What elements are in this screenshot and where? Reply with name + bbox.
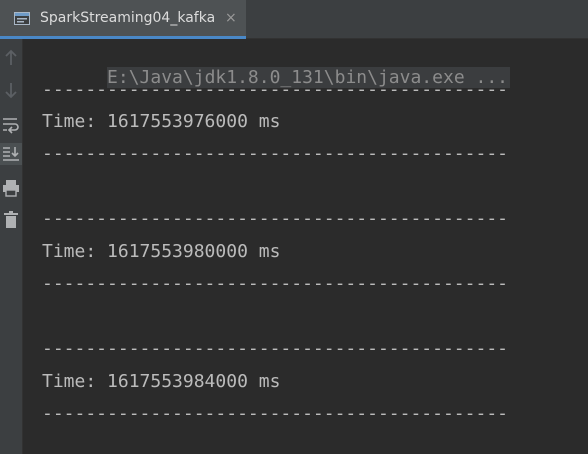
batch-time: Time: 1617553980000 ms [42,241,281,262]
batch-time: Time: 1617553984000 ms [42,371,281,392]
tab-sparkstreaming04-kafka[interactable]: SparkStreaming04_kafka × [0,0,246,39]
separator-line: ----------------------------------------… [42,338,508,359]
down-arrow-icon[interactable] [0,79,22,101]
tab-bar: SparkStreaming04_kafka × [0,0,588,39]
trash-icon[interactable] [0,209,22,231]
run-config-icon [14,12,30,25]
up-arrow-icon[interactable] [0,47,22,69]
scroll-to-end-icon[interactable] [0,143,22,165]
separator-line: ----------------------------------------… [42,143,508,164]
separator-line: ----------------------------------------… [42,273,508,294]
soft-wrap-icon[interactable] [0,113,22,135]
command-line: E:\Java\jdk1.8.0_131\bin\java.exe ... [42,45,510,111]
tab-label: SparkStreaming04_kafka [40,10,216,26]
console-toolbar [0,39,23,454]
batch-time: Time: 1617553976000 ms [42,111,281,132]
separator-line: ----------------------------------------… [42,208,508,229]
close-tab-icon[interactable]: × [225,10,237,26]
run-console-window: SparkStreaming04_kafka × E:\Java\jdk1.8.… [0,0,588,454]
print-icon[interactable] [0,177,22,199]
console-output[interactable]: E:\Java\jdk1.8.0_131\bin\java.exe ... --… [24,39,588,454]
separator-line: ----------------------------------------… [42,79,508,100]
separator-line: ----------------------------------------… [42,403,508,424]
